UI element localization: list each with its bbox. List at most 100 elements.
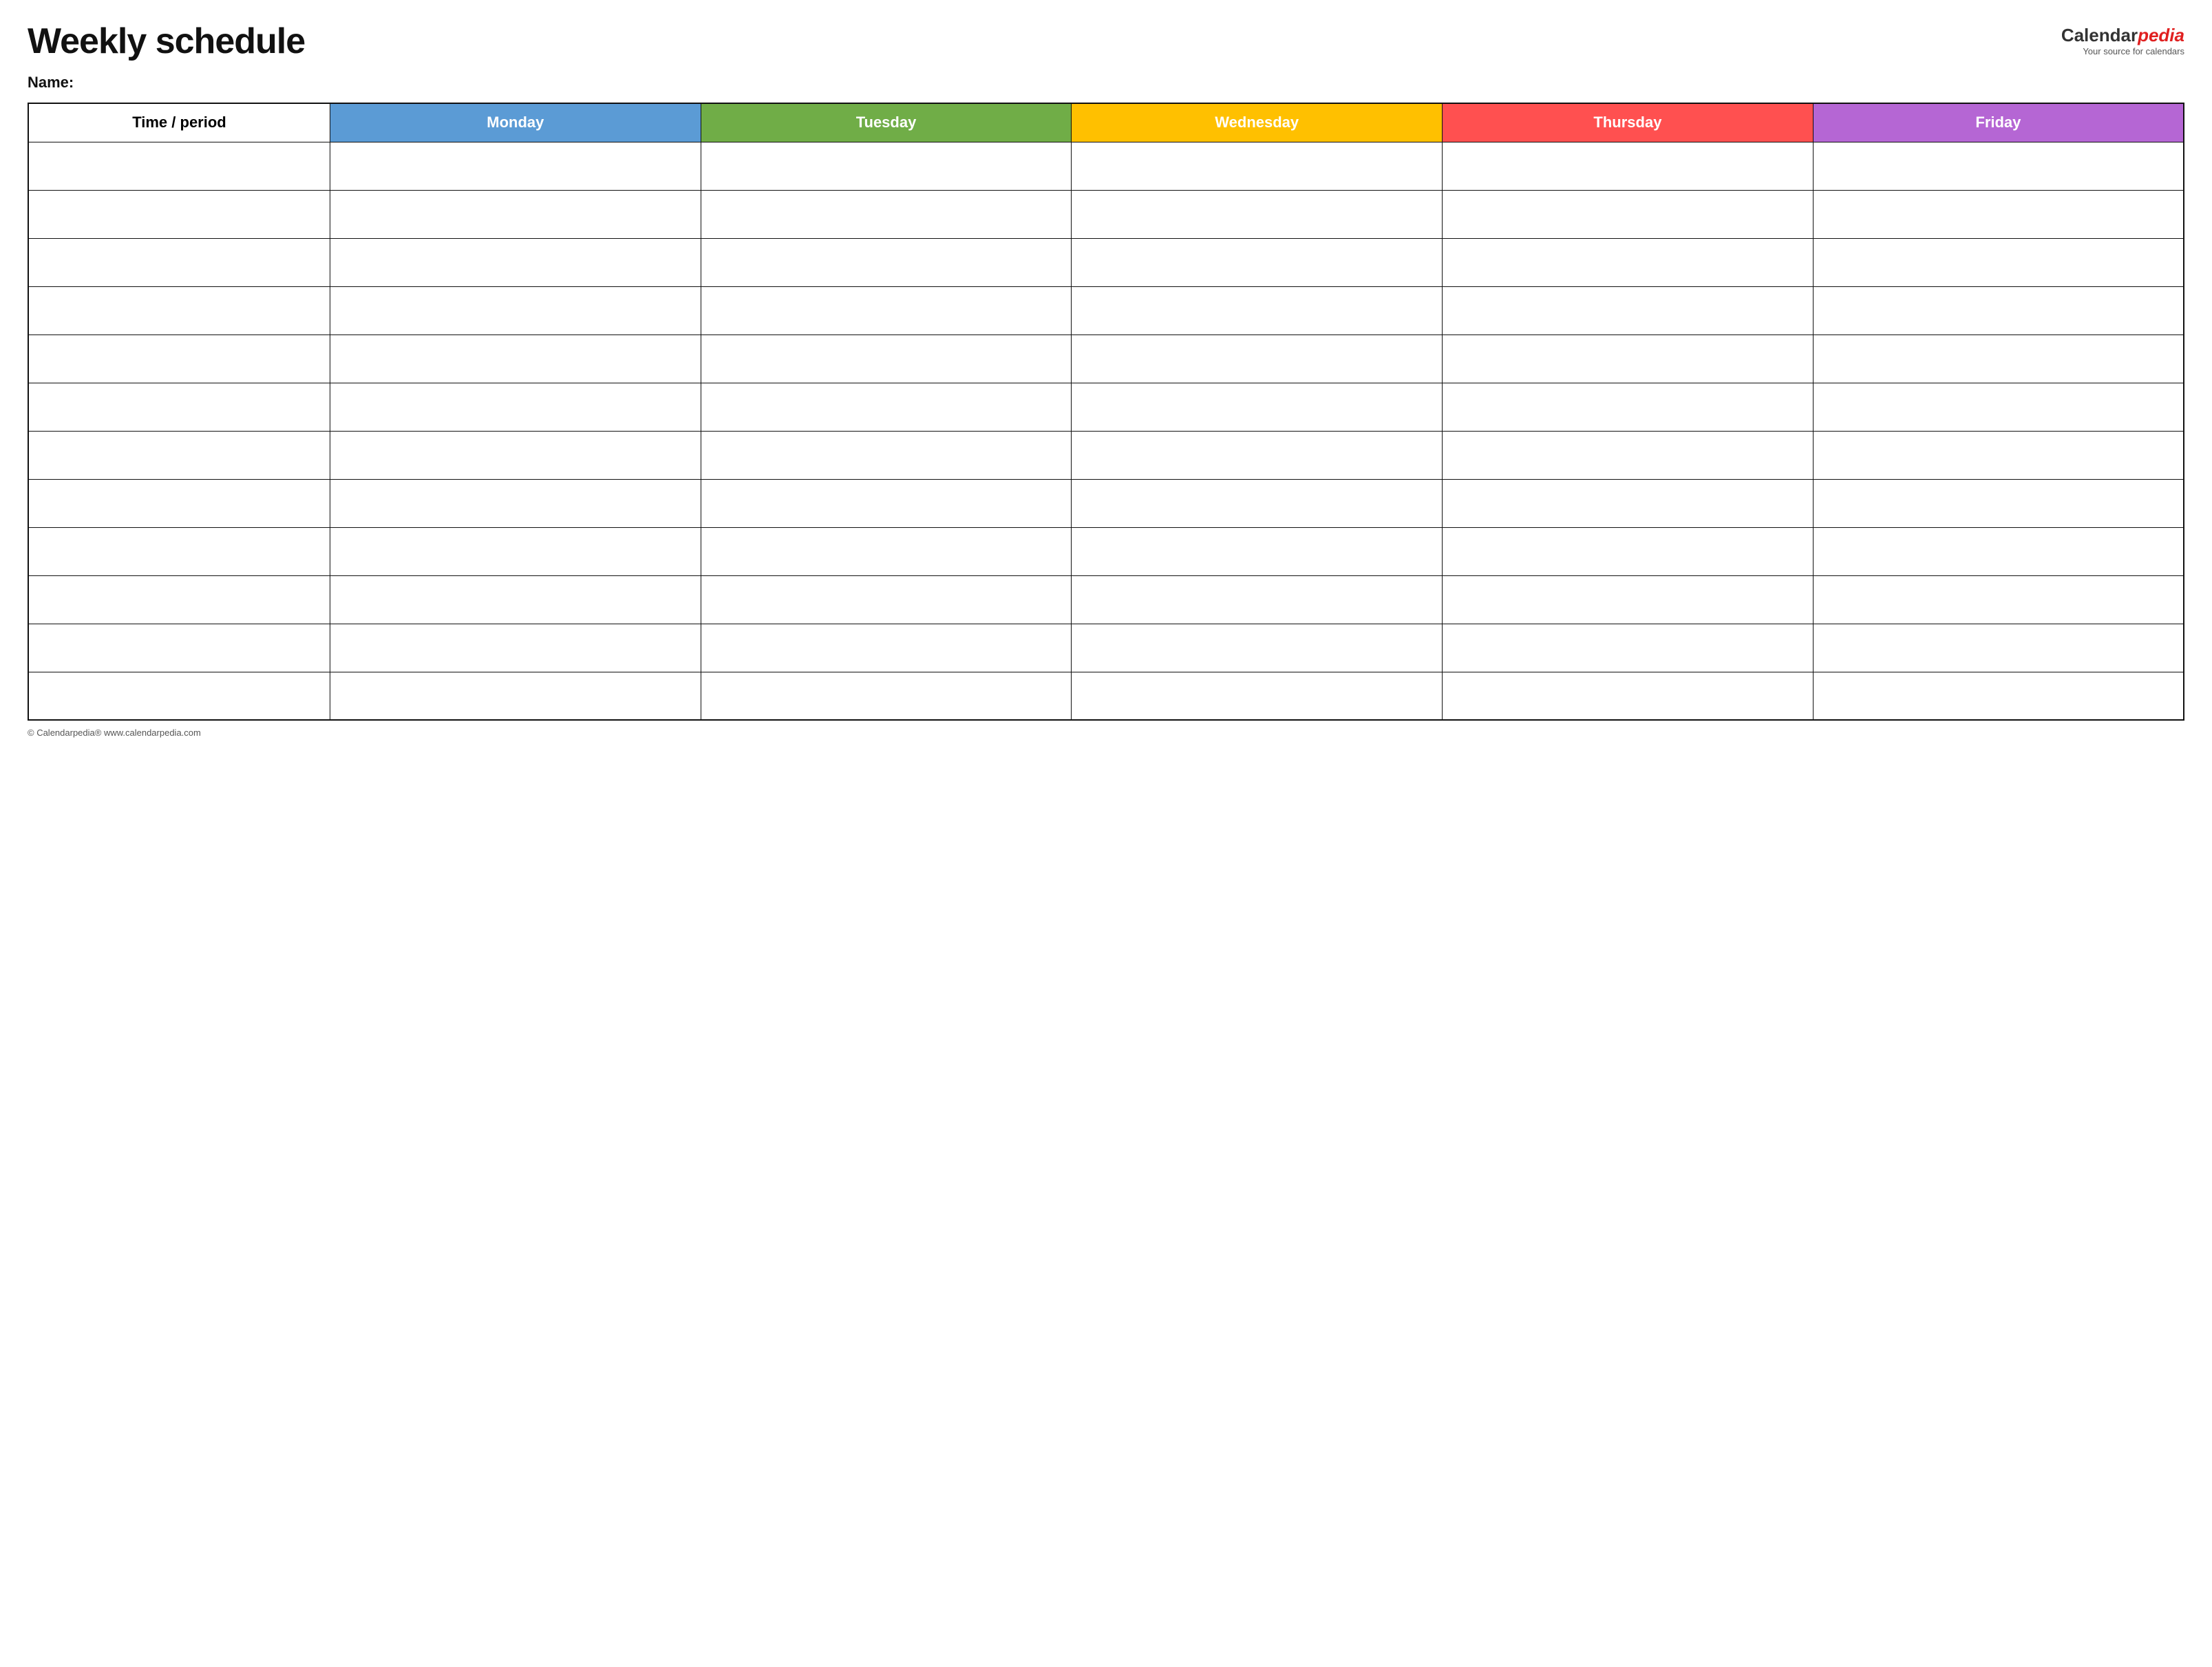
table-cell[interactable] (1443, 190, 1814, 238)
table-cell[interactable] (330, 431, 701, 479)
table-cell[interactable] (28, 335, 330, 383)
table-cell[interactable] (1443, 575, 1814, 624)
table-cell[interactable] (28, 238, 330, 286)
table-row (28, 142, 2184, 190)
table-cell[interactable] (28, 479, 330, 527)
page-header: Weekly schedule Calendarpedia Your sourc… (28, 22, 2184, 61)
table-cell[interactable] (1443, 383, 1814, 431)
table-cell[interactable] (28, 190, 330, 238)
logo-calendar-part: Calendar (2061, 25, 2138, 45)
table-cell[interactable] (28, 142, 330, 190)
col-header-thursday: Thursday (1443, 103, 1814, 142)
table-cell[interactable] (1443, 624, 1814, 672)
footer-text: © Calendarpedia® www.calendarpedia.com (28, 728, 2184, 738)
table-cell[interactable] (1072, 383, 1443, 431)
table-cell[interactable] (28, 527, 330, 575)
table-cell[interactable] (1072, 575, 1443, 624)
table-row (28, 624, 2184, 672)
table-cell[interactable] (1072, 238, 1443, 286)
table-row (28, 383, 2184, 431)
col-header-time: Time / period (28, 103, 330, 142)
table-cell[interactable] (1813, 142, 2184, 190)
table-cell[interactable] (701, 431, 1072, 479)
table-cell[interactable] (1072, 624, 1443, 672)
table-cell[interactable] (1813, 479, 2184, 527)
table-cell[interactable] (1072, 142, 1443, 190)
table-cell[interactable] (330, 190, 701, 238)
logo-sub: Your source for calendars (2061, 46, 2184, 57)
table-cell[interactable] (1443, 142, 1814, 190)
table-cell[interactable] (1813, 575, 2184, 624)
logo-pedia-part: pedia (2138, 25, 2184, 45)
table-cell[interactable] (28, 383, 330, 431)
table-cell[interactable] (28, 286, 330, 335)
table-cell[interactable] (701, 479, 1072, 527)
table-row (28, 238, 2184, 286)
table-cell[interactable] (330, 672, 701, 720)
table-cell[interactable] (1072, 527, 1443, 575)
table-row (28, 527, 2184, 575)
table-cell[interactable] (330, 286, 701, 335)
table-cell[interactable] (1443, 479, 1814, 527)
col-header-friday: Friday (1813, 103, 2184, 142)
table-cell[interactable] (1813, 286, 2184, 335)
table-cell[interactable] (1443, 238, 1814, 286)
table-cell[interactable] (330, 575, 701, 624)
table-cell[interactable] (1072, 335, 1443, 383)
table-row (28, 190, 2184, 238)
table-cell[interactable] (701, 190, 1072, 238)
table-cell[interactable] (1813, 431, 2184, 479)
table-cell[interactable] (330, 527, 701, 575)
table-cell[interactable] (1813, 335, 2184, 383)
table-cell[interactable] (330, 624, 701, 672)
table-cell[interactable] (1813, 672, 2184, 720)
table-cell[interactable] (701, 624, 1072, 672)
table-cell[interactable] (1813, 624, 2184, 672)
table-cell[interactable] (1443, 527, 1814, 575)
col-header-tuesday: Tuesday (701, 103, 1072, 142)
table-cell[interactable] (1813, 527, 2184, 575)
table-cell[interactable] (701, 672, 1072, 720)
table-cell[interactable] (28, 431, 330, 479)
table-cell[interactable] (330, 479, 701, 527)
table-cell[interactable] (1443, 335, 1814, 383)
logo-text: Calendarpedia (2061, 25, 2184, 46)
col-header-wednesday: Wednesday (1072, 103, 1443, 142)
table-cell[interactable] (1072, 190, 1443, 238)
table-header-row: Time / period Monday Tuesday Wednesday T… (28, 103, 2184, 142)
table-cell[interactable] (330, 383, 701, 431)
table-cell[interactable] (1813, 238, 2184, 286)
table-cell[interactable] (28, 672, 330, 720)
table-row (28, 575, 2184, 624)
table-cell[interactable] (330, 238, 701, 286)
table-cell[interactable] (701, 527, 1072, 575)
schedule-table: Time / period Monday Tuesday Wednesday T… (28, 103, 2184, 721)
table-cell[interactable] (330, 142, 701, 190)
table-cell[interactable] (701, 575, 1072, 624)
table-row (28, 672, 2184, 720)
table-cell[interactable] (701, 142, 1072, 190)
table-cell[interactable] (28, 575, 330, 624)
table-cell[interactable] (1072, 672, 1443, 720)
table-cell[interactable] (701, 383, 1072, 431)
logo-block: Calendarpedia Your source for calendars (2061, 25, 2184, 57)
table-cell[interactable] (1072, 479, 1443, 527)
table-cell[interactable] (701, 286, 1072, 335)
col-header-monday: Monday (330, 103, 701, 142)
table-cell[interactable] (1443, 431, 1814, 479)
table-row (28, 335, 2184, 383)
table-cell[interactable] (1443, 286, 1814, 335)
table-cell[interactable] (330, 335, 701, 383)
table-row (28, 431, 2184, 479)
table-cell[interactable] (701, 335, 1072, 383)
table-cell[interactable] (1443, 672, 1814, 720)
table-row (28, 479, 2184, 527)
table-cell[interactable] (1813, 383, 2184, 431)
name-label: Name: (28, 74, 2184, 92)
table-cell[interactable] (1072, 286, 1443, 335)
table-cell[interactable] (1072, 431, 1443, 479)
table-cell[interactable] (701, 238, 1072, 286)
table-cell[interactable] (28, 624, 330, 672)
table-cell[interactable] (1813, 190, 2184, 238)
table-row (28, 286, 2184, 335)
